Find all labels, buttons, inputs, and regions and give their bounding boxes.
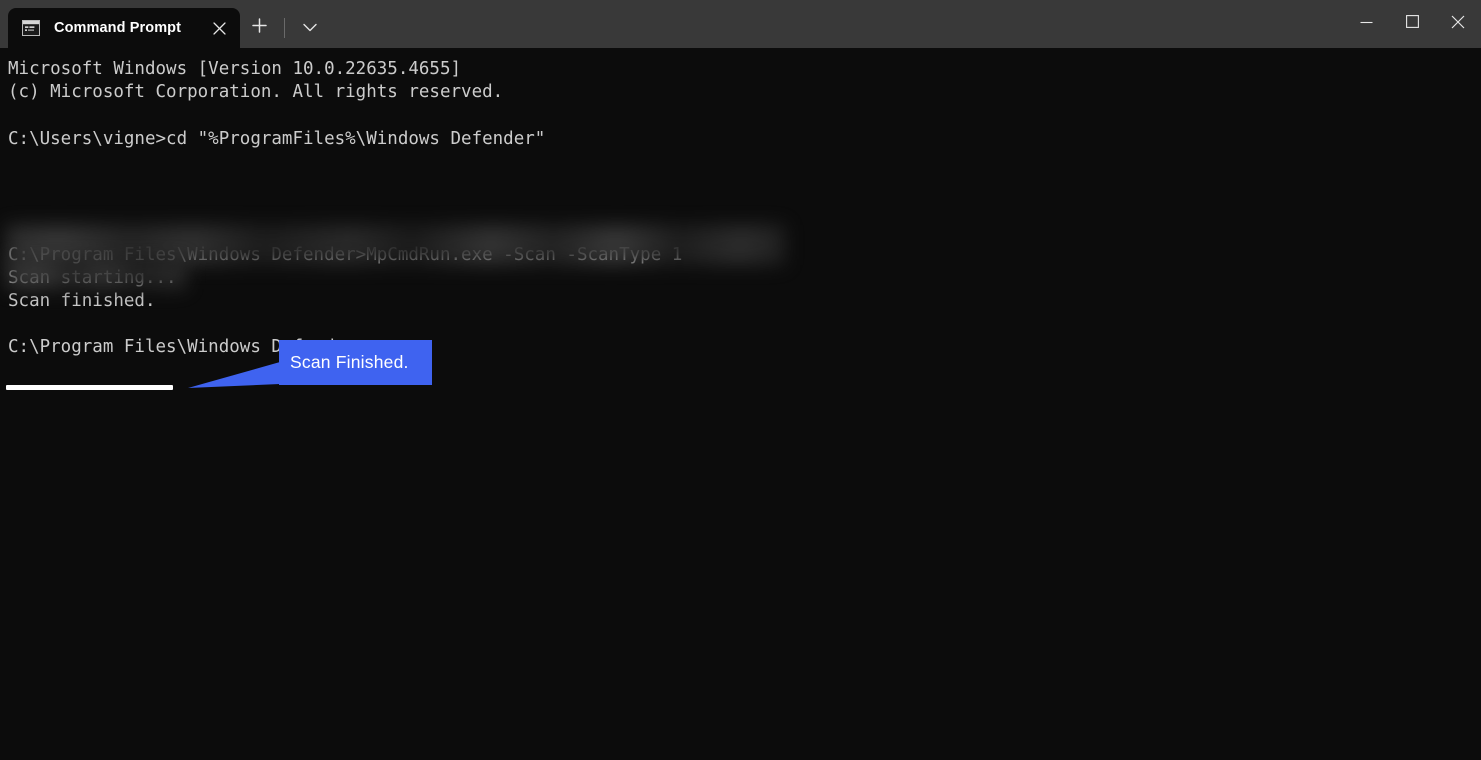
tab-command-prompt[interactable]: Command Prompt [8, 8, 240, 48]
tab-close-icon[interactable] [204, 13, 234, 43]
command-prompt-window: Command Prompt Microsoft Windows [Versio… [0, 0, 1481, 760]
redacted-output-region-2 [6, 259, 186, 289]
console-text: Microsoft Windows [Version 10.0.22635.46… [8, 59, 682, 358]
annotation-label: Scan Finished. [290, 352, 409, 372]
caption-buttons [1343, 0, 1481, 48]
tab-strip: Command Prompt [0, 0, 329, 48]
minimize-icon [1360, 15, 1373, 33]
close-icon [1451, 15, 1465, 34]
maximize-button[interactable] [1389, 0, 1435, 48]
maximize-icon [1405, 15, 1419, 33]
terminal-output-area[interactable]: Microsoft Windows [Version 10.0.22635.46… [0, 48, 1481, 760]
tabstrip-separator [284, 18, 285, 38]
console-icon [22, 20, 40, 36]
close-window-button[interactable] [1435, 0, 1481, 48]
minimize-button[interactable] [1343, 0, 1389, 48]
title-bar[interactable]: Command Prompt [0, 0, 1481, 48]
annotation-underline [6, 385, 173, 390]
plus-icon [251, 18, 267, 38]
tab-dropdown-button[interactable] [291, 8, 329, 48]
chevron-down-icon [303, 19, 317, 37]
tab-title: Command Prompt [54, 20, 182, 36]
new-tab-button[interactable] [240, 8, 278, 48]
